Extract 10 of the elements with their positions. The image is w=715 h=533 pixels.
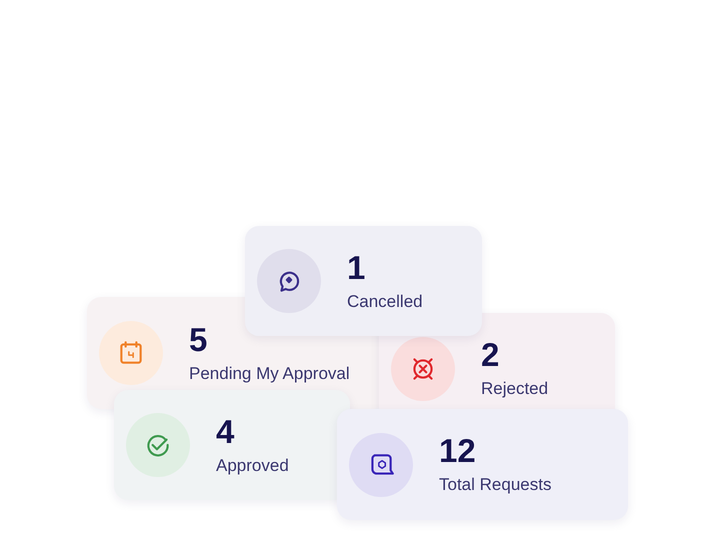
stat-label: Total Requests [439, 475, 552, 495]
stat-label: Approved [216, 456, 289, 476]
stat-label: Pending My Approval [189, 364, 350, 384]
stat-number: 1 [347, 250, 366, 284]
stat-number: 5 [189, 322, 208, 356]
stat-number: 12 [439, 434, 476, 467]
stat-label: Cancelled [347, 292, 423, 312]
stat-number: 2 [481, 338, 500, 371]
stat-number: 4 [216, 414, 234, 448]
stat-label: Rejected [481, 379, 548, 399]
